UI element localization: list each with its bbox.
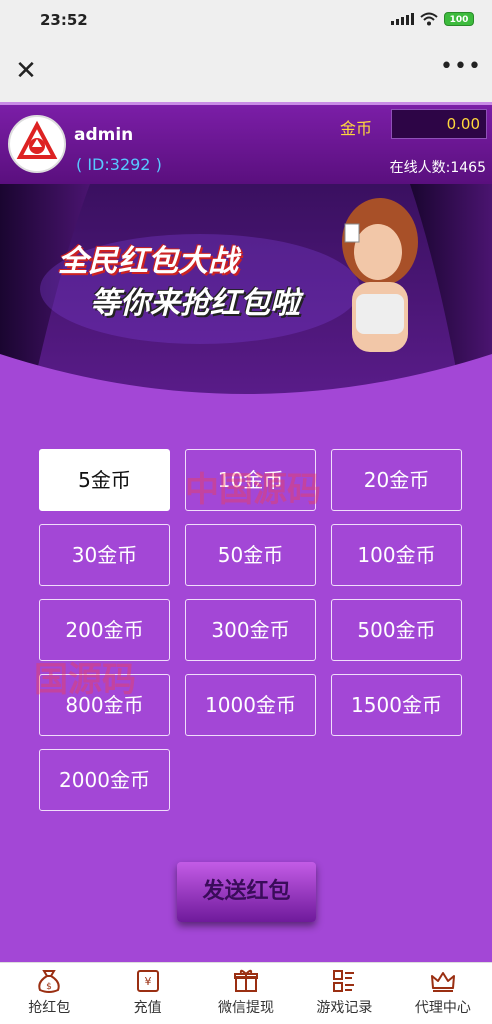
user-id: ( ID:3292 ) xyxy=(76,155,162,174)
browser-nav-bar: ✕ ••• xyxy=(0,40,492,102)
svg-text:¥: ¥ xyxy=(144,975,151,988)
amount-option[interactable]: 200金币 xyxy=(39,599,170,661)
amount-option[interactable]: 5金币 xyxy=(39,449,170,511)
bottom-tab-bar: $ 抢红包 ¥ 充值 微信提现 游戏记录 代理中心 xyxy=(0,962,492,1024)
tab-game-records[interactable]: 游戏记录 xyxy=(295,963,393,1024)
coin-balance: 0.00 xyxy=(391,109,487,139)
tab-label: 代理中心 xyxy=(414,1000,471,1016)
user-header: admin ( ID:3292 ) 金币 0.00 在线人数:1465 xyxy=(0,102,492,184)
amount-option[interactable]: 1500金币 xyxy=(331,674,462,736)
online-count: 在线人数:1465 xyxy=(390,157,486,177)
amount-grid: 5金币 10金币 20金币 30金币 50金币 100金币 200金币 300金… xyxy=(0,0,492,811)
status-icons: 100 xyxy=(391,12,474,26)
amount-option[interactable]: 10金币 xyxy=(185,449,316,511)
tab-wechat-withdraw[interactable]: 微信提现 xyxy=(197,963,295,1024)
battery-icon: 100 xyxy=(444,12,474,26)
status-time: 23:52 xyxy=(40,11,88,29)
tab-grab-red-packet[interactable]: $ 抢红包 xyxy=(0,963,98,1024)
amount-option[interactable]: 2000金币 xyxy=(39,749,170,811)
banner-title-line1: 全民红包大战 xyxy=(58,244,238,279)
promo-banner: 全民红包大战 等你来抢红包啦 xyxy=(0,184,492,402)
username: admin xyxy=(74,125,134,145)
coin-label: 金币 xyxy=(340,119,373,138)
tab-label: 充值 xyxy=(133,1000,162,1016)
records-icon xyxy=(333,970,355,992)
crown-icon xyxy=(430,972,455,992)
amount-option[interactable]: 1000金币 xyxy=(185,674,316,736)
avatar-logo-icon xyxy=(16,120,58,159)
amount-option[interactable]: 100金币 xyxy=(331,524,462,586)
tab-label: 微信提现 xyxy=(218,1000,275,1016)
amount-option[interactable]: 500金币 xyxy=(331,599,462,661)
gift-icon xyxy=(234,969,259,992)
tab-recharge[interactable]: ¥ 充值 xyxy=(98,963,196,1024)
avatar[interactable] xyxy=(8,115,66,173)
yen-ticket-icon: ¥ xyxy=(136,970,159,992)
amount-option[interactable]: 50金币 xyxy=(185,524,316,586)
amount-option[interactable]: 300金币 xyxy=(185,599,316,661)
amount-option[interactable]: 800金币 xyxy=(39,674,170,736)
money-bag-icon: $ xyxy=(38,970,60,993)
amount-option[interactable]: 20金币 xyxy=(331,449,462,511)
close-icon[interactable]: ✕ xyxy=(10,56,42,88)
send-red-packet-button[interactable]: 发送红包 xyxy=(177,862,316,922)
signal-icon xyxy=(391,13,414,25)
banner-title-line2: 等你来抢红包啦 xyxy=(90,286,300,321)
wifi-icon xyxy=(420,12,438,26)
svg-text:$: $ xyxy=(46,982,52,992)
status-bar: 23:52 100 xyxy=(0,0,492,40)
amount-option[interactable]: 30金币 xyxy=(39,524,170,586)
tab-label: 抢红包 xyxy=(28,1000,71,1016)
online-label: 在线人数: xyxy=(389,160,451,176)
more-icon[interactable]: ••• xyxy=(440,54,481,84)
tab-agent-center[interactable]: 代理中心 xyxy=(394,963,492,1024)
tab-label: 游戏记录 xyxy=(316,1000,373,1016)
online-number: 1465 xyxy=(450,160,486,176)
